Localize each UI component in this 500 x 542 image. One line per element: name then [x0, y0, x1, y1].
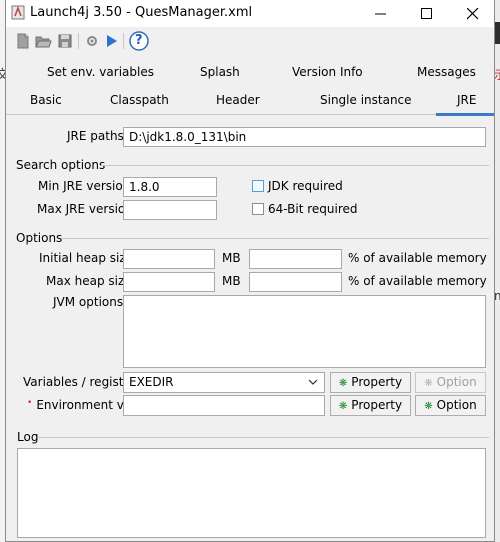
section-divider — [62, 238, 489, 239]
maximize-icon — [421, 8, 432, 19]
log-textarea[interactable] — [17, 448, 486, 538]
tab-jre[interactable]: JRE — [457, 93, 476, 107]
mb-unit-label: MB — [222, 274, 241, 288]
max-heap-percent-input[interactable] — [249, 272, 342, 292]
open-folder-icon[interactable] — [34, 32, 52, 50]
jre-paths-label: JRE paths: — [67, 129, 128, 143]
tab-divider — [6, 114, 494, 115]
variables-registry-select[interactable]: EXEDIR — [123, 372, 325, 393]
property-button-label: Property — [351, 375, 403, 389]
environment-var-input[interactable] — [123, 395, 325, 416]
insert-option-button-disabled[interactable]: ❋ Option — [415, 372, 486, 393]
log-title: Log — [17, 430, 39, 444]
toolbar-separator — [78, 33, 79, 49]
option-button-label: Option — [436, 398, 477, 412]
launch4j-window: Launch4j 3.50 - QuesManager.xml ? Set en… — [5, 0, 495, 542]
percent-memory-label: % of available memory — [348, 251, 487, 265]
jdk-required-label: JDK required — [268, 179, 343, 193]
search-options-title: Search options — [16, 158, 106, 172]
tab-header[interactable]: Header — [216, 93, 260, 107]
property-button-label: Property — [351, 398, 403, 412]
tab-set-env-variables[interactable]: Set env. variables — [47, 65, 154, 79]
help-label: ? — [135, 33, 143, 48]
tab-messages[interactable]: Messages — [417, 65, 476, 79]
help-icon[interactable]: ? — [128, 30, 150, 52]
toolbar-separator — [123, 33, 124, 49]
tab-bar: Set env. variables Splash Version Info M… — [6, 59, 494, 116]
minimize-button[interactable] — [358, 0, 404, 27]
jdk-required-checkbox[interactable] — [252, 180, 264, 192]
save-icon[interactable] — [56, 32, 74, 50]
tab-single-instance[interactable]: Single instance — [320, 93, 412, 107]
variables-registry-value: EXEDIR — [129, 375, 174, 389]
64bit-required-checkbox[interactable] — [252, 203, 264, 215]
insert-property-button[interactable]: ❋ Property — [330, 372, 411, 393]
max-jre-version-label: Max JRE version: — [37, 202, 137, 216]
new-file-icon[interactable] — [14, 32, 32, 50]
variables-registry-label: Variables / registry: — [23, 375, 139, 389]
tab-splash[interactable]: Splash — [200, 65, 240, 79]
close-icon — [467, 8, 479, 20]
jvm-options-textarea[interactable] — [123, 295, 486, 368]
tab-version-info[interactable]: Version Info — [292, 65, 363, 79]
percent-memory-label: % of available memory — [348, 274, 487, 288]
jre-paths-input[interactable]: D:\jdk1.8.0_131\bin — [123, 127, 486, 147]
initial-heap-size-input[interactable] — [123, 249, 215, 269]
window-title: Launch4j 3.50 - QuesManager.xml — [30, 5, 253, 20]
gem-icon: ❋ — [424, 378, 433, 389]
min-jre-version-label: Min JRE version: — [38, 179, 135, 193]
title-bar[interactable]: Launch4j 3.50 - QuesManager.xml — [6, 0, 494, 27]
section-divider — [38, 437, 489, 438]
initial-heap-percent-input[interactable] — [249, 249, 342, 269]
minimize-icon — [375, 13, 386, 15]
option-button-label: Option — [436, 375, 477, 389]
selected-tab-indicator — [436, 113, 494, 116]
max-jre-version-input[interactable] — [123, 200, 217, 220]
toolbar: ? — [6, 27, 494, 56]
jvm-options-label: JVM options: — [53, 295, 128, 309]
required-marker-icon: • — [27, 398, 33, 408]
64bit-required-label: 64-Bit required — [268, 202, 358, 216]
section-divider — [101, 165, 489, 166]
maximize-button[interactable] — [404, 0, 450, 27]
launch4j-app-icon — [11, 5, 25, 20]
options-title: Options — [16, 231, 63, 245]
gem-icon: ❋ — [424, 401, 433, 412]
build-icon[interactable] — [83, 32, 101, 50]
mb-unit-label: MB — [222, 251, 241, 265]
close-button[interactable] — [450, 0, 496, 27]
env-property-button[interactable]: ❋ Property — [330, 395, 411, 416]
env-option-button[interactable]: ❋ Option — [415, 395, 486, 416]
min-jre-version-input[interactable]: 1.8.0 — [123, 177, 217, 197]
tab-classpath[interactable]: Classpath — [110, 93, 169, 107]
tab-basic[interactable]: Basic — [30, 93, 62, 107]
gem-icon: ❋ — [338, 378, 348, 389]
run-icon[interactable] — [102, 32, 120, 50]
gem-icon: ❋ — [338, 401, 348, 412]
max-heap-size-input[interactable] — [123, 272, 215, 292]
chevron-down-icon — [308, 379, 318, 385]
